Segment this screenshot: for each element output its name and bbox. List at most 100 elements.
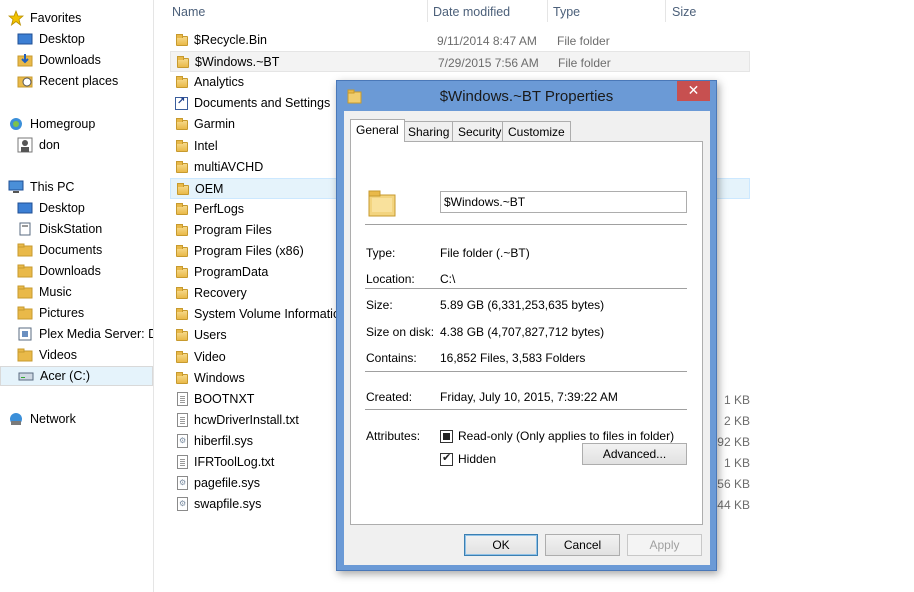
nav-homegroup[interactable]: Homegroup <box>0 114 153 134</box>
system-file-icon <box>174 476 190 491</box>
file-name: Windows <box>194 370 245 385</box>
column-separator[interactable] <box>665 0 666 22</box>
file-name: multiAVCHD <box>194 159 264 174</box>
nav-pc-item-label: Desktop <box>39 201 85 215</box>
nav-favorites-downloads[interactable]: Downloads <box>0 50 153 70</box>
file-icon <box>174 391 190 407</box>
nav-favorites-desktop[interactable]: Desktop <box>0 29 153 49</box>
nav-favorites-recent-places[interactable]: Recent places <box>0 71 153 91</box>
file-name: ProgramData <box>194 265 269 280</box>
nav-pc-item[interactable]: Videos <box>0 345 153 365</box>
apply-button[interactable]: Apply <box>627 534 702 556</box>
tab-general[interactable]: General <box>350 119 405 142</box>
contains-value: 16,852 Files, 3,583 Folders <box>440 351 586 365</box>
created-label: Created: <box>366 390 413 404</box>
folder-icon <box>174 371 190 386</box>
ok-button[interactable]: OK <box>464 534 538 556</box>
file-icon <box>174 412 190 428</box>
nav-pc-item-label: Videos <box>39 348 77 362</box>
file-name: Program Files (x86) <box>194 244 304 258</box>
file-size: 56 KB <box>717 477 750 492</box>
computer-icon <box>8 179 24 195</box>
location-label: Location: <box>366 272 415 286</box>
folder-icon <box>174 33 190 48</box>
drive-icon <box>18 368 34 384</box>
column-header-date[interactable]: Date modified <box>433 0 510 24</box>
folder-icon <box>174 75 190 90</box>
nav-pc-item[interactable]: Documents <box>0 240 153 260</box>
file-name: System Volume Information <box>194 307 347 322</box>
type-label: Type: <box>366 246 396 260</box>
hidden-label[interactable]: Hidden <box>458 452 496 466</box>
nav-favorites[interactable]: Favorites <box>0 8 153 28</box>
folder-icon <box>174 202 190 217</box>
folder-icon <box>174 117 190 132</box>
file-name: Recovery <box>194 286 247 301</box>
folder-icon <box>174 350 190 365</box>
column-header-name[interactable]: Name <box>172 0 205 24</box>
dialog-body: General Sharing Security Customize Type:… <box>344 111 710 565</box>
nav-this-pc[interactable]: This PC <box>0 177 153 197</box>
readonly-checkbox[interactable] <box>440 430 453 443</box>
folder-icon <box>175 182 191 197</box>
system-file-icon <box>174 433 190 449</box>
file-name: swapfile.sys <box>194 497 262 512</box>
tab-sharing[interactable]: Sharing <box>402 121 456 141</box>
nav-pc-item-label: Pictures <box>39 306 85 320</box>
nav-pc-item[interactable]: DiskStation <box>0 219 153 239</box>
folder-icon <box>174 265 190 280</box>
videos-icon <box>17 347 33 363</box>
folder-name-field[interactable] <box>440 191 687 213</box>
folder-icon <box>174 160 190 175</box>
column-separator[interactable] <box>427 0 428 22</box>
tab-customize[interactable]: Customize <box>502 121 571 141</box>
readonly-label[interactable]: Read-only (Only applies to files in fold… <box>458 429 674 443</box>
tab-security[interactable]: Security <box>452 121 508 141</box>
nav-pc-item[interactable]: Music <box>0 282 153 302</box>
homegroup-icon <box>8 116 24 132</box>
file-row[interactable]: $Recycle.Bin 9/11/2014 8:47 AM File folder <box>170 30 750 51</box>
type-value: File folder (.~BT) <box>440 246 530 260</box>
divider <box>365 288 687 289</box>
file-name: BOOTNXT <box>194 391 255 406</box>
file-size: 2 KB <box>723 413 750 428</box>
file-row[interactable]: $Windows.~BT 7/29/2015 7:56 AM File folder <box>170 51 750 73</box>
file-name: Documents and Settings <box>194 96 331 111</box>
column-header-type[interactable]: Type <box>553 0 580 24</box>
advanced-button[interactable]: Advanced... <box>582 443 687 465</box>
nav-favorites-label: Favorites <box>30 11 82 25</box>
nav-pc-item[interactable]: Acer (C:) <box>0 366 153 386</box>
nav-pc-item[interactable]: Downloads <box>0 261 153 281</box>
dialog-title: $Windows.~BT Properties <box>439 88 614 105</box>
column-separator[interactable] <box>547 0 548 22</box>
nav-desktop-label: Desktop <box>39 32 85 46</box>
file-name: $Recycle.Bin <box>194 33 267 47</box>
recent-places-icon <box>17 73 33 89</box>
cancel-button[interactable]: Cancel <box>545 534 620 556</box>
file-name: $Windows.~BT <box>195 55 280 70</box>
folder-icon <box>174 307 190 322</box>
nav-homegroup-user[interactable]: don <box>0 135 153 155</box>
file-name: hcwDriverInstall.txt <box>194 412 299 427</box>
nas-icon <box>17 221 33 237</box>
file-type: File folder <box>558 56 611 71</box>
contains-label: Contains: <box>366 351 417 365</box>
hidden-checkbox[interactable] <box>440 451 453 466</box>
nav-network[interactable]: Network <box>0 409 153 429</box>
size-value: 5.89 GB (6,331,253,635 bytes) <box>440 298 605 312</box>
file-name: Analytics <box>194 75 245 90</box>
file-size: 1 KB <box>723 456 750 470</box>
nav-pc-item[interactable]: Plex Media Server: Dis <box>0 324 153 344</box>
navigation-pane: Favorites Desktop Downloads Recent place… <box>0 0 154 592</box>
folder-icon <box>174 328 190 343</box>
close-button[interactable]: ✕ <box>677 81 710 101</box>
nav-pc-item[interactable]: Desktop <box>0 198 153 218</box>
file-size: 92 KB <box>717 434 750 449</box>
folder-icon <box>174 223 190 238</box>
file-icon <box>174 455 190 470</box>
created-value: Friday, July 10, 2015, 7:39:22 AM <box>440 390 618 404</box>
column-header-size[interactable]: Size <box>672 0 696 24</box>
size-on-disk-value: 4.38 GB (4,707,827,712 bytes) <box>440 325 605 339</box>
nav-pc-item[interactable]: Pictures <box>0 303 153 323</box>
user-icon <box>17 137 33 153</box>
